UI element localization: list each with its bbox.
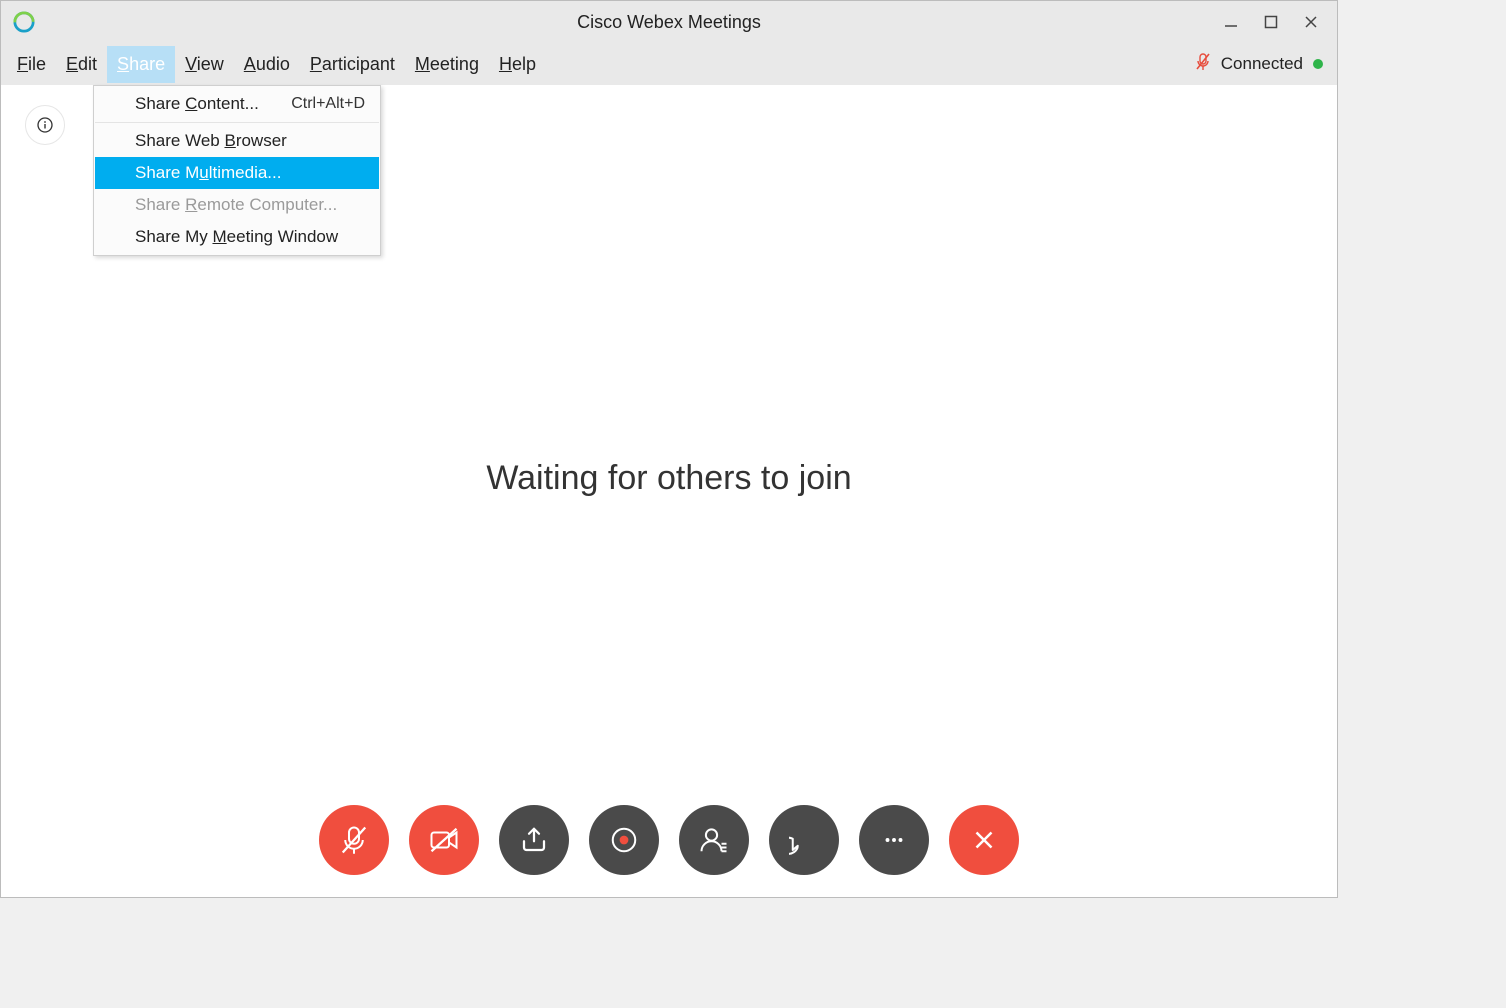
connection-status-label: Connected xyxy=(1221,54,1303,74)
record-button[interactable] xyxy=(589,805,659,875)
menu-share[interactable]: Share xyxy=(107,46,175,83)
share-window-item[interactable]: Share My Meeting Window xyxy=(95,221,379,253)
connection-status: Connected xyxy=(1195,53,1323,76)
participants-icon xyxy=(699,825,729,855)
menu-file-rest: ile xyxy=(28,54,46,74)
participants-button[interactable] xyxy=(679,805,749,875)
meeting-info-button[interactable] xyxy=(25,105,65,145)
video-button[interactable] xyxy=(409,805,479,875)
menu-view[interactable]: View xyxy=(175,46,234,83)
menu-audio[interactable]: Audio xyxy=(234,46,300,83)
share-button[interactable] xyxy=(499,805,569,875)
window-title: Cisco Webex Meetings xyxy=(1,12,1337,33)
window-controls xyxy=(1211,1,1331,43)
menu-audio-rest: udio xyxy=(256,54,290,74)
menu-participant-rest: articipant xyxy=(322,54,395,74)
menu-share-rest: hare xyxy=(129,54,165,74)
status-dot-icon xyxy=(1313,59,1323,69)
share-remote-item: Share Remote Computer... xyxy=(95,189,379,221)
title-bar: Cisco Webex Meetings xyxy=(1,1,1337,43)
share-content-label: Share Content... xyxy=(135,94,259,114)
menu-help[interactable]: Help xyxy=(489,46,546,83)
menu-edit-rest: dit xyxy=(78,54,97,74)
menu-meeting-rest: eeting xyxy=(430,54,479,74)
leave-button[interactable] xyxy=(949,805,1019,875)
menu-meeting[interactable]: Meeting xyxy=(405,46,489,83)
share-remote-label: Share Remote Computer... xyxy=(135,195,337,215)
menu-participant[interactable]: Participant xyxy=(300,46,405,83)
record-icon xyxy=(609,825,639,855)
close-x-icon xyxy=(969,825,999,855)
waiting-message: Waiting for others to join xyxy=(1,459,1337,498)
webex-logo-icon xyxy=(13,11,35,33)
app-window: Cisco Webex Meetings File Edit Share Vie… xyxy=(0,0,1338,898)
share-multimedia-label: Share Multimedia... xyxy=(135,163,281,183)
menu-view-rest: iew xyxy=(197,54,224,74)
minimize-button[interactable] xyxy=(1211,1,1251,43)
mute-button[interactable] xyxy=(319,805,389,875)
share-icon xyxy=(519,825,549,855)
share-content-item[interactable]: Share Content... Ctrl+Alt+D xyxy=(95,88,379,123)
share-content-shortcut: Ctrl+Alt+D xyxy=(291,95,365,113)
share-browser-label: Share Web Browser xyxy=(135,131,287,151)
chat-button[interactable] xyxy=(769,805,839,875)
mic-muted-icon xyxy=(1195,53,1211,76)
mic-off-icon xyxy=(339,825,369,855)
more-options-button[interactable] xyxy=(859,805,929,875)
close-button[interactable] xyxy=(1291,1,1331,43)
menu-help-rest: elp xyxy=(512,54,536,74)
menu-edit[interactable]: Edit xyxy=(56,46,107,83)
info-icon xyxy=(37,117,53,133)
menu-file[interactable]: File xyxy=(7,46,56,83)
maximize-button[interactable] xyxy=(1251,1,1291,43)
camera-off-icon xyxy=(429,825,459,855)
menu-bar: File Edit Share View Audio Participant M… xyxy=(1,43,1337,85)
share-dropdown: Share Content... Ctrl+Alt+D Share Web Br… xyxy=(93,85,381,256)
more-icon xyxy=(881,827,907,853)
share-browser-item[interactable]: Share Web Browser xyxy=(95,125,379,157)
share-multimedia-item[interactable]: Share Multimedia... xyxy=(95,157,379,189)
chat-icon xyxy=(789,825,819,855)
share-window-label: Share My Meeting Window xyxy=(135,227,338,247)
control-dock xyxy=(1,805,1337,875)
